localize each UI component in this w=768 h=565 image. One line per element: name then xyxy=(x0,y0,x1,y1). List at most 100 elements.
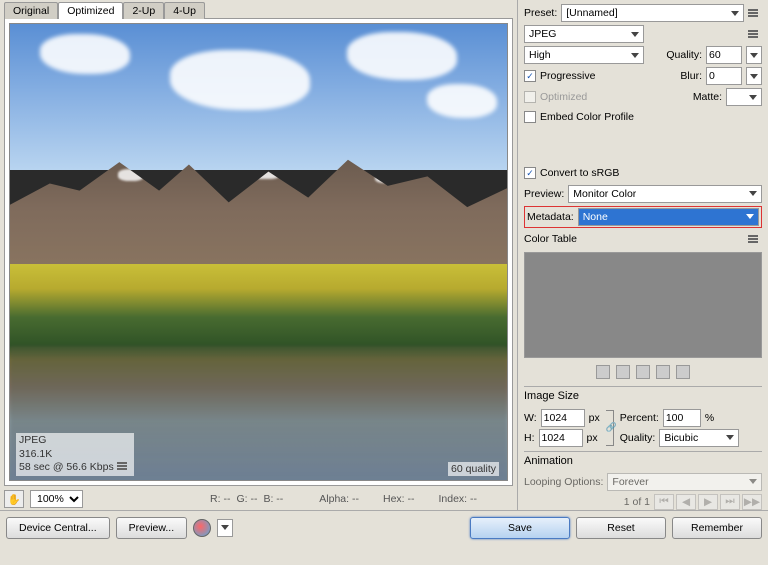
ct-eyedrop-icon[interactable] xyxy=(596,365,610,379)
tab-2up[interactable]: 2-Up xyxy=(123,2,164,19)
quality-overlay: 60 quality xyxy=(448,462,499,476)
blur-label: Blur: xyxy=(680,70,702,82)
color-table-title: Color Table xyxy=(524,233,577,245)
percent-label: Percent: xyxy=(620,412,659,424)
format-flyout-icon[interactable] xyxy=(748,30,762,38)
settings-panel: Preset: [Unnamed] JPEG High Quality: Pro… xyxy=(518,0,768,510)
chevron-down-icon xyxy=(749,191,757,196)
percent-input[interactable] xyxy=(663,409,701,427)
metadata-row-highlighted: Metadata: None xyxy=(524,206,762,228)
preview-dropdown[interactable]: Monitor Color xyxy=(568,185,762,203)
status-bar: ✋ 100% R: -- G: -- B: -- Alpha: -- Hex: … xyxy=(0,488,517,510)
w-px-label: px xyxy=(589,412,600,424)
device-central-button[interactable]: Device Central... xyxy=(6,517,110,539)
frame-page-label: 1 of 1 xyxy=(624,496,650,508)
embed-label: Embed Color Profile xyxy=(540,111,634,123)
remember-button[interactable]: Remember xyxy=(672,517,762,539)
h-px-label: px xyxy=(587,432,598,444)
tab-optimized[interactable]: Optimized xyxy=(58,2,123,19)
frame-nav: ⏮ ◀ ▶ ⏭ ▶▶ xyxy=(654,494,762,510)
ct-trash-icon[interactable] xyxy=(676,365,690,379)
srgb-label: Convert to sRGB xyxy=(540,167,619,179)
quality-name-dropdown[interactable]: High xyxy=(524,46,644,64)
metadata-dropdown[interactable]: None xyxy=(578,208,759,226)
save-button[interactable]: Save xyxy=(470,517,570,539)
chevron-down-icon xyxy=(631,53,639,58)
preview-panel: Original Optimized 2-Up 4-Up JPEG xyxy=(0,0,518,510)
progressive-checkbox[interactable] xyxy=(524,70,536,82)
ct-lock-icon[interactable] xyxy=(616,365,630,379)
preview-container: JPEG 316.1K 58 sec @ 56.6 Kbps 60 qualit… xyxy=(4,18,513,486)
chevron-down-icon xyxy=(750,74,758,79)
color-table-flyout-icon[interactable] xyxy=(748,235,762,243)
blur-input[interactable] xyxy=(706,67,742,85)
chevron-down-icon xyxy=(746,214,754,219)
image-size-title: Image Size xyxy=(524,386,762,405)
readout-g: G: -- xyxy=(236,493,257,505)
blur-slider-btn[interactable] xyxy=(746,67,762,85)
chevron-down-icon xyxy=(750,53,758,58)
ct-new-icon[interactable] xyxy=(656,365,670,379)
width-input[interactable] xyxy=(541,409,585,427)
matte-label: Matte: xyxy=(693,91,722,103)
transfer-menu-icon[interactable] xyxy=(117,462,131,470)
embed-checkbox[interactable] xyxy=(524,111,536,123)
format-dropdown[interactable]: JPEG xyxy=(524,25,644,43)
quality-input[interactable] xyxy=(706,46,742,64)
filesize-label: 316.1K xyxy=(19,448,131,462)
chevron-down-icon xyxy=(631,32,639,37)
quality-label: Quality: xyxy=(666,49,702,61)
chevron-down-icon xyxy=(726,435,734,440)
chevron-down-icon xyxy=(731,11,739,16)
progressive-label: Progressive xyxy=(540,70,595,82)
optimized-label: Optimized xyxy=(540,91,587,103)
srgb-checkbox[interactable] xyxy=(524,167,536,179)
chevron-down-icon xyxy=(749,479,757,484)
matte-dropdown[interactable] xyxy=(726,88,762,106)
readout-b: B: -- xyxy=(263,493,283,505)
preview-label: Preview: xyxy=(524,188,564,200)
height-input[interactable] xyxy=(539,429,583,447)
frame-next-icon: ▶ xyxy=(698,494,718,510)
ct-map-icon[interactable] xyxy=(636,365,650,379)
preview-tabs: Original Optimized 2-Up 4-Up xyxy=(4,2,517,19)
transfer-label: 58 sec @ 56.6 Kbps xyxy=(19,461,131,475)
zoom-select[interactable]: 100% xyxy=(30,490,83,508)
resample-dropdown[interactable]: Bicubic xyxy=(659,429,739,447)
h-label: H: xyxy=(524,432,535,444)
quality-slider-btn[interactable] xyxy=(746,46,762,64)
tab-original[interactable]: Original xyxy=(4,2,58,19)
chevron-down-icon xyxy=(221,525,229,530)
preview-button[interactable]: Preview... xyxy=(116,517,188,539)
readout-index: Index: -- xyxy=(438,493,477,505)
preset-dropdown[interactable]: [Unnamed] xyxy=(561,4,744,22)
link-wh-icon[interactable]: 🔗 xyxy=(606,410,614,446)
chevron-down-icon xyxy=(749,95,757,100)
preset-flyout-icon[interactable] xyxy=(748,9,762,17)
frame-first-icon: ⏮ xyxy=(654,494,674,510)
preset-label: Preset: xyxy=(524,7,557,19)
readout-hex: Hex: -- xyxy=(383,493,415,505)
mountain-landscape-image xyxy=(10,24,507,480)
frame-prev-icon: ◀ xyxy=(676,494,696,510)
file-info-overlay: JPEG 316.1K 58 sec @ 56.6 Kbps xyxy=(16,433,134,476)
readout-r: R: -- xyxy=(210,493,230,505)
reset-button[interactable]: Reset xyxy=(576,517,666,539)
image-preview[interactable]: JPEG 316.1K 58 sec @ 56.6 Kbps 60 qualit… xyxy=(9,23,508,481)
color-table-tools xyxy=(524,363,762,383)
browser-preview-icon[interactable] xyxy=(193,519,211,537)
hand-tool-icon[interactable]: ✋ xyxy=(4,490,24,508)
looping-dropdown: Forever xyxy=(607,473,762,491)
tab-4up[interactable]: 4-Up xyxy=(164,2,205,19)
optimized-checkbox xyxy=(524,91,536,103)
color-table-swatches[interactable] xyxy=(524,252,762,358)
resample-quality-label: Quality: xyxy=(620,432,656,444)
browser-menu[interactable] xyxy=(217,519,233,537)
dialog-buttons: Device Central... Preview... Save Reset … xyxy=(0,510,768,544)
looping-label: Looping Options: xyxy=(524,476,603,488)
format-label: JPEG xyxy=(19,434,131,448)
readout-alpha: Alpha: -- xyxy=(319,493,359,505)
animation-title: Animation xyxy=(524,451,762,470)
metadata-label: Metadata: xyxy=(527,211,574,223)
frame-play-icon: ▶▶ xyxy=(742,494,762,510)
